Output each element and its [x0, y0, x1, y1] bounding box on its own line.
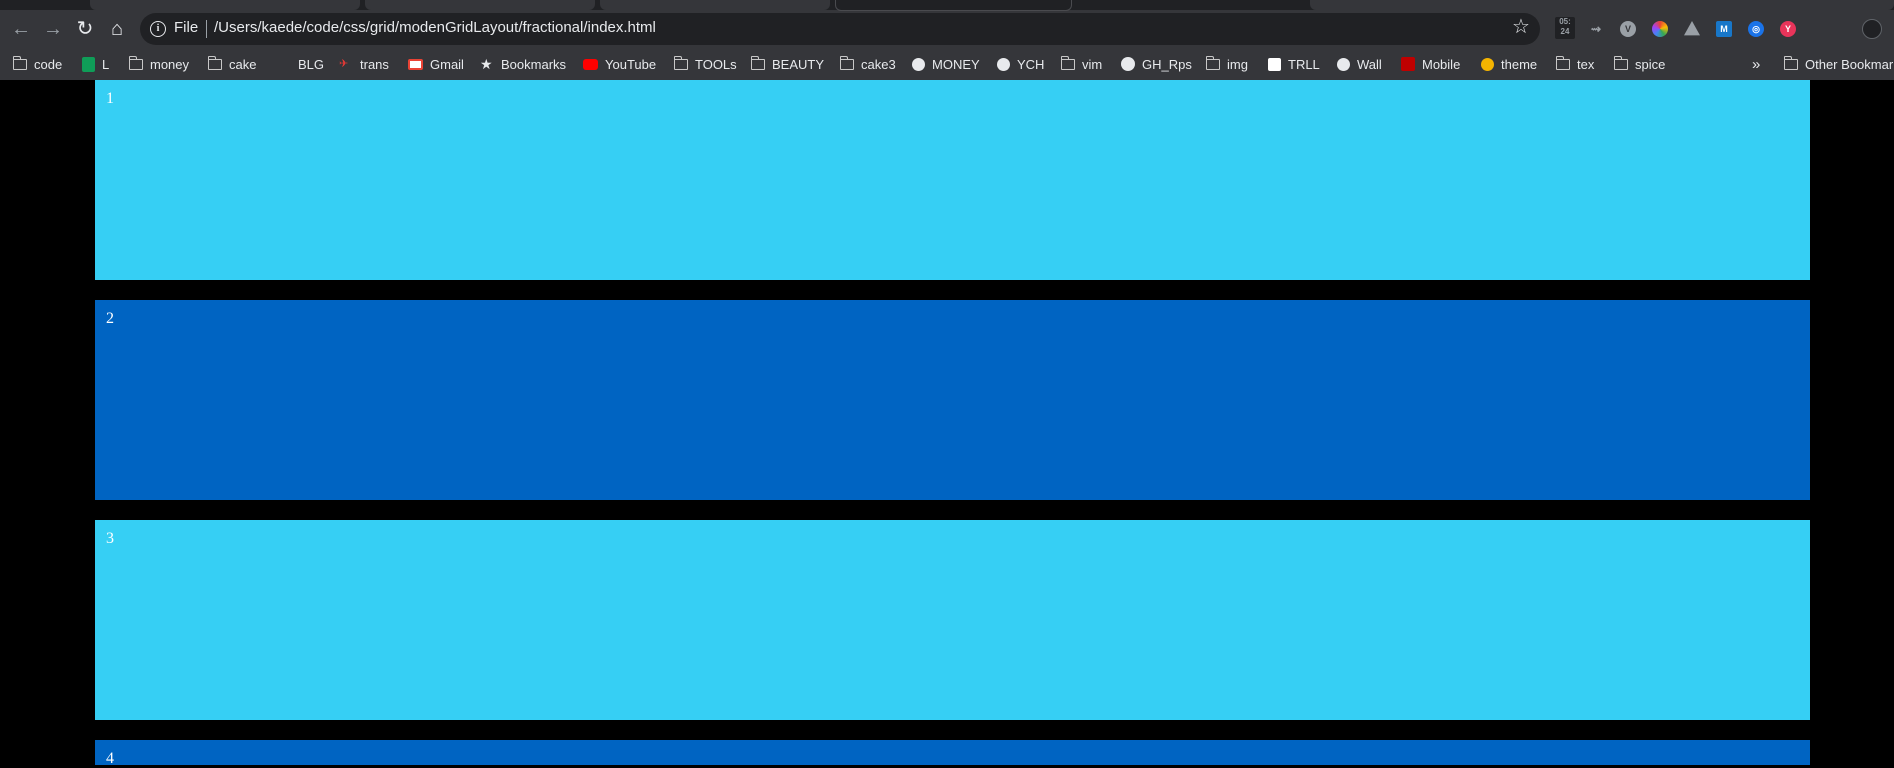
grid-item-label: 4: [106, 750, 114, 767]
grid-item-3: 3: [95, 520, 1810, 720]
folder-icon: [839, 55, 854, 70]
bookmark-beauty[interactable]: BEAUTY: [750, 54, 824, 74]
extension-m-icon[interactable]: M: [1716, 21, 1732, 37]
folder-icon: [673, 55, 688, 70]
extension-compass-icon[interactable]: ◎: [1748, 21, 1764, 37]
grid-item-1: 1: [95, 80, 1810, 280]
bookmarks-bar: code L money cake BLG ✈ trans Gmail ★ Book…: [0, 48, 1894, 80]
extension-clock-icon[interactable]: 05: 24: [1555, 17, 1575, 39]
globe-icon: [1337, 57, 1350, 71]
bookmark-blg[interactable]: BLG: [277, 54, 324, 74]
sheets-icon: [82, 56, 95, 72]
browser-chrome: ← → ↻ ⌂ i File /Users/kaede/code/css/gri…: [0, 0, 1894, 80]
toolbar: ← → ↻ ⌂ i File /Users/kaede/code/css/gri…: [0, 10, 1894, 48]
address-bar[interactable]: i File /Users/kaede/code/css/grid/modenG…: [140, 13, 1540, 45]
folder-icon: [12, 55, 27, 70]
globe-icon: [997, 57, 1010, 71]
bookmark-theme[interactable]: theme: [1481, 54, 1537, 74]
extension-y-icon[interactable]: Y: [1780, 21, 1796, 37]
tab-strip: [0, 0, 1894, 11]
forward-button[interactable]: →: [38, 14, 68, 44]
blank-icon: [277, 59, 291, 70]
folder-icon: [128, 55, 143, 70]
tab[interactable]: [600, 0, 830, 10]
folder-icon: [207, 55, 222, 70]
rakuten-icon: [1401, 57, 1415, 71]
folder-icon: [1205, 55, 1220, 70]
bookmark-gh-rps[interactable]: GH_Rps: [1121, 54, 1192, 74]
trans-icon: ✈: [339, 57, 349, 70]
bookmark-gmail[interactable]: Gmail: [408, 54, 464, 74]
address-divider: [206, 20, 207, 38]
bookmark-money-2[interactable]: MONEY: [912, 54, 980, 74]
grid-item-label: 1: [106, 90, 114, 107]
grid-item-4: 4: [95, 740, 1810, 767]
grid-item-label: 3: [106, 530, 114, 547]
bookmark-mobile[interactable]: Mobile: [1401, 54, 1460, 74]
bookmark-spice[interactable]: spice: [1613, 54, 1665, 74]
grid-item-2: 2: [95, 300, 1810, 500]
back-button[interactable]: ←: [6, 14, 36, 44]
more-bookmarks-chevron-icon[interactable]: »: [1752, 56, 1760, 73]
gmail-icon: [408, 58, 423, 70]
bookmark-money[interactable]: money: [128, 54, 189, 74]
extension-v-icon[interactable]: V: [1620, 21, 1636, 37]
bookmark-cake[interactable]: cake: [207, 54, 256, 74]
bookmark-tools[interactable]: TOOLs: [673, 54, 737, 74]
extension-drive-icon[interactable]: [1684, 21, 1700, 36]
trello-icon: [1268, 57, 1281, 71]
bookmark-bookmarks[interactable]: ★ Bookmarks: [480, 54, 566, 74]
folder-icon: [750, 55, 765, 70]
bookmark-tex[interactable]: tex: [1555, 54, 1594, 74]
bookmark-code[interactable]: code: [12, 54, 62, 74]
grid-item-label: 2: [106, 310, 114, 327]
extension-arrows-icon[interactable]: ⇝: [1588, 21, 1604, 37]
extension-color-wheel-icon[interactable]: [1652, 21, 1668, 37]
bookmark-trll[interactable]: TRLL: [1268, 54, 1320, 74]
globe-icon: [912, 57, 925, 71]
folder-icon: [1784, 55, 1798, 70]
folder-icon: [1555, 55, 1570, 70]
url-text[interactable]: /Users/kaede/code/css/grid/modenGridLayo…: [214, 19, 656, 36]
star-icon: ★: [480, 55, 493, 72]
bookmark-l[interactable]: L: [82, 54, 109, 74]
info-icon[interactable]: i: [150, 21, 166, 37]
bookmark-star-icon[interactable]: ☆: [1512, 14, 1530, 39]
folder-icon: [1060, 55, 1075, 70]
tab[interactable]: [365, 0, 595, 10]
folder-icon: [1613, 55, 1628, 70]
github-icon: [1121, 57, 1135, 71]
palette-icon: [1481, 57, 1494, 71]
other-bookmarks[interactable]: Other Bookmarks: [1784, 54, 1894, 74]
reload-button[interactable]: ↻: [70, 14, 100, 44]
bookmark-trans[interactable]: ✈ trans: [339, 54, 389, 74]
bookmark-vim[interactable]: vim: [1060, 54, 1102, 74]
bookmark-cake3[interactable]: cake3: [839, 54, 896, 74]
youtube-icon: [583, 58, 598, 70]
tab[interactable]: [90, 0, 360, 10]
scheme-label: File: [174, 19, 199, 36]
bookmark-ych[interactable]: YCH: [997, 54, 1044, 74]
bookmark-youtube[interactable]: YouTube: [583, 54, 656, 74]
bookmark-img[interactable]: img: [1205, 54, 1248, 74]
tab[interactable]: [1310, 0, 1894, 10]
home-button[interactable]: ⌂: [102, 14, 132, 44]
bookmark-wall[interactable]: Wall: [1337, 54, 1382, 74]
profile-avatar-icon[interactable]: [1862, 19, 1882, 39]
